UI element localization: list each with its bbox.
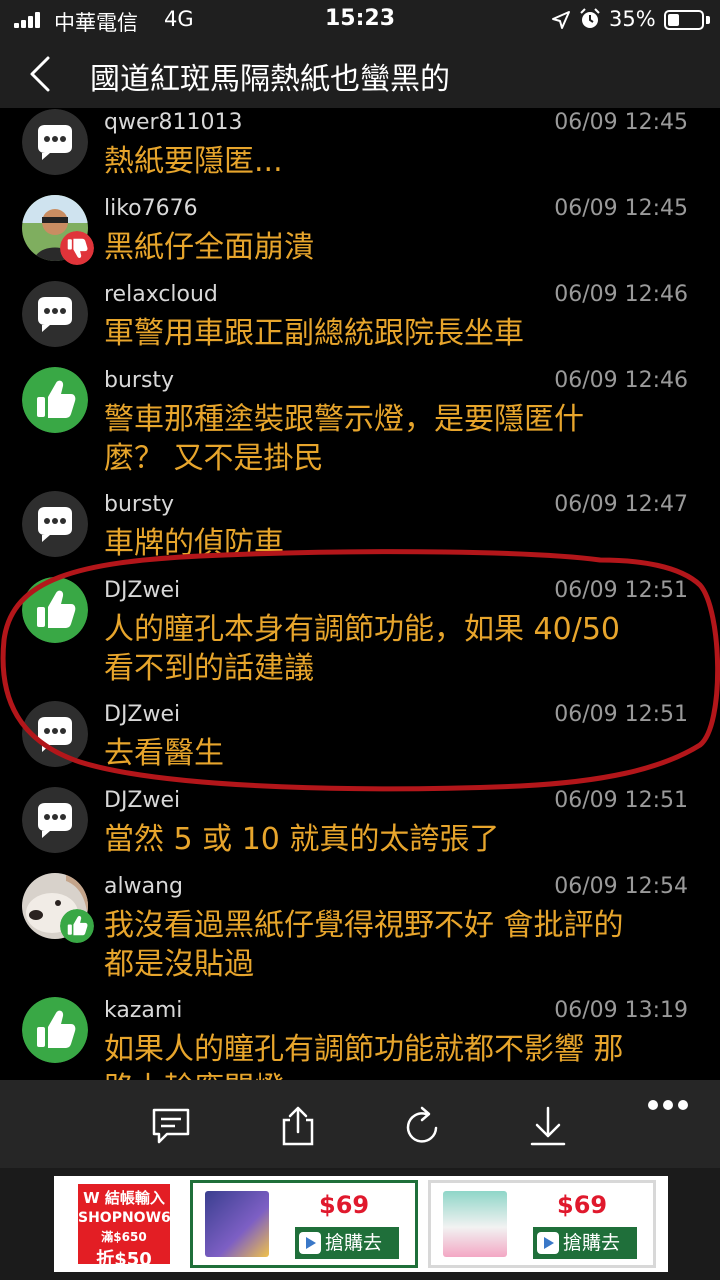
page-title: 國道紅斑馬隔熱紙也蠻黑的 bbox=[90, 62, 450, 97]
ad-product-card-2[interactable]: $69 搶購去 bbox=[428, 1180, 656, 1268]
comment-text: 我沒看過黑紙仔覺得視野不好 會批評的 bbox=[104, 908, 624, 943]
ad-promo-logo[interactable]: W 結帳輸入 SHOPNOW6 滿$650 折$50 bbox=[78, 1184, 171, 1270]
comment-text: 如果人的瞳孔有調節功能就都不影響 那 bbox=[104, 1032, 624, 1067]
download-icon[interactable] bbox=[526, 1104, 570, 1148]
play-icon bbox=[299, 1232, 321, 1254]
battery-percent: 35% bbox=[609, 7, 656, 31]
back-chevron-icon[interactable] bbox=[20, 52, 60, 96]
comment-text: 警車那種塗裝跟警示燈，是要隱匿什 bbox=[104, 402, 584, 437]
comment-username[interactable]: bursty bbox=[104, 368, 174, 393]
location-arrow-icon bbox=[552, 11, 570, 29]
comment-username[interactable]: qwer811013 bbox=[104, 110, 243, 135]
comment-timestamp: 06/09 12:51 bbox=[554, 578, 688, 603]
comment-text: 黑紙仔全面崩潰 bbox=[104, 230, 314, 265]
comment-timestamp: 06/09 12:45 bbox=[554, 196, 688, 221]
thumbs-up-icon[interactable] bbox=[22, 997, 88, 1063]
speech-bubble-icon[interactable] bbox=[22, 109, 88, 175]
speech-bubble-icon[interactable] bbox=[22, 701, 88, 767]
play-icon bbox=[537, 1232, 559, 1254]
comment-timestamp: 06/09 12:51 bbox=[554, 702, 688, 727]
comment-text: 都是沒貼過 bbox=[104, 947, 254, 982]
comment-username[interactable]: kazami bbox=[104, 998, 182, 1023]
comment-username[interactable]: DJZwei bbox=[104, 578, 180, 603]
status-bar: 中華電信 4G 15:23 35% bbox=[0, 0, 720, 40]
comment-text: 路上輪應開燈 bbox=[104, 1069, 684, 1080]
thumbs-up-icon[interactable] bbox=[22, 577, 88, 643]
product-image bbox=[205, 1191, 269, 1257]
product-image bbox=[443, 1191, 507, 1257]
comment-text: 軍警用車跟正副總統跟院長坐車 bbox=[104, 316, 524, 351]
refresh-icon[interactable] bbox=[400, 1104, 444, 1148]
ad-banner[interactable]: W 結帳輸入 SHOPNOW6 滿$650 折$50 $69 搶購去 $69 搶… bbox=[0, 1168, 720, 1280]
comment-timestamp: 06/09 12:51 bbox=[554, 788, 688, 813]
header-bar: 國道紅斑馬隔熱紙也蠻黑的 bbox=[0, 40, 720, 108]
speech-bubble-icon[interactable] bbox=[22, 491, 88, 557]
speech-bubble-icon[interactable] bbox=[22, 787, 88, 853]
alarm-clock-icon bbox=[580, 8, 600, 28]
comment-timestamp: 06/09 12:46 bbox=[554, 368, 688, 393]
comment-text: 去看醫生 bbox=[104, 736, 224, 771]
thumbs-down-icon bbox=[60, 231, 94, 265]
ad-content[interactable]: W 結帳輸入 SHOPNOW6 滿$650 折$50 $69 搶購去 $69 搶… bbox=[54, 1176, 668, 1272]
battery-icon bbox=[664, 10, 704, 30]
comment-text: 熱紙要隱匿... bbox=[104, 144, 283, 179]
comment-timestamp: 06/09 12:45 bbox=[554, 110, 688, 135]
bottom-toolbar bbox=[0, 1080, 720, 1168]
ad-product-card-1[interactable]: $69 搶購去 bbox=[190, 1180, 418, 1268]
comment-username[interactable]: relaxcloud bbox=[104, 282, 218, 307]
comment-timestamp: 06/09 12:54 bbox=[554, 874, 688, 899]
comment-list[interactable]: qwer811013 06/09 12:45 熱紙要隱匿... liko7676 06/… bbox=[0, 108, 720, 1080]
thumbs-up-icon bbox=[60, 909, 94, 943]
comment-text: 當然 5 或 10 就真的太誇張了 bbox=[104, 822, 500, 857]
thumbs-up-icon[interactable] bbox=[22, 367, 88, 433]
comment-username[interactable]: DJZwei bbox=[104, 702, 180, 727]
comment-timestamp: 06/09 12:47 bbox=[554, 492, 688, 517]
comment-username[interactable]: liko7676 bbox=[104, 196, 198, 221]
comment-username[interactable]: bursty bbox=[104, 492, 174, 517]
comment-timestamp: 06/09 12:46 bbox=[554, 282, 688, 307]
product-price: $69 bbox=[557, 1191, 608, 1219]
comment-text: 車牌的偵防車 bbox=[104, 526, 284, 561]
comment-icon[interactable] bbox=[149, 1104, 193, 1148]
comment-text: 人的瞳孔本身有調節功能，如果 40/50 bbox=[104, 612, 620, 647]
comment-timestamp: 06/09 13:19 bbox=[554, 998, 688, 1023]
share-icon[interactable] bbox=[276, 1104, 320, 1148]
comment-text: 看不到的話建議 bbox=[104, 651, 314, 686]
more-icon[interactable] bbox=[648, 1100, 688, 1112]
comment-text: 麼？ 又不是掛民 bbox=[104, 441, 324, 476]
speech-bubble-icon[interactable] bbox=[22, 281, 88, 347]
comment-username[interactable]: DJZwei bbox=[104, 788, 180, 813]
product-price: $69 bbox=[319, 1191, 370, 1219]
comment-username[interactable]: alwang bbox=[104, 874, 183, 899]
